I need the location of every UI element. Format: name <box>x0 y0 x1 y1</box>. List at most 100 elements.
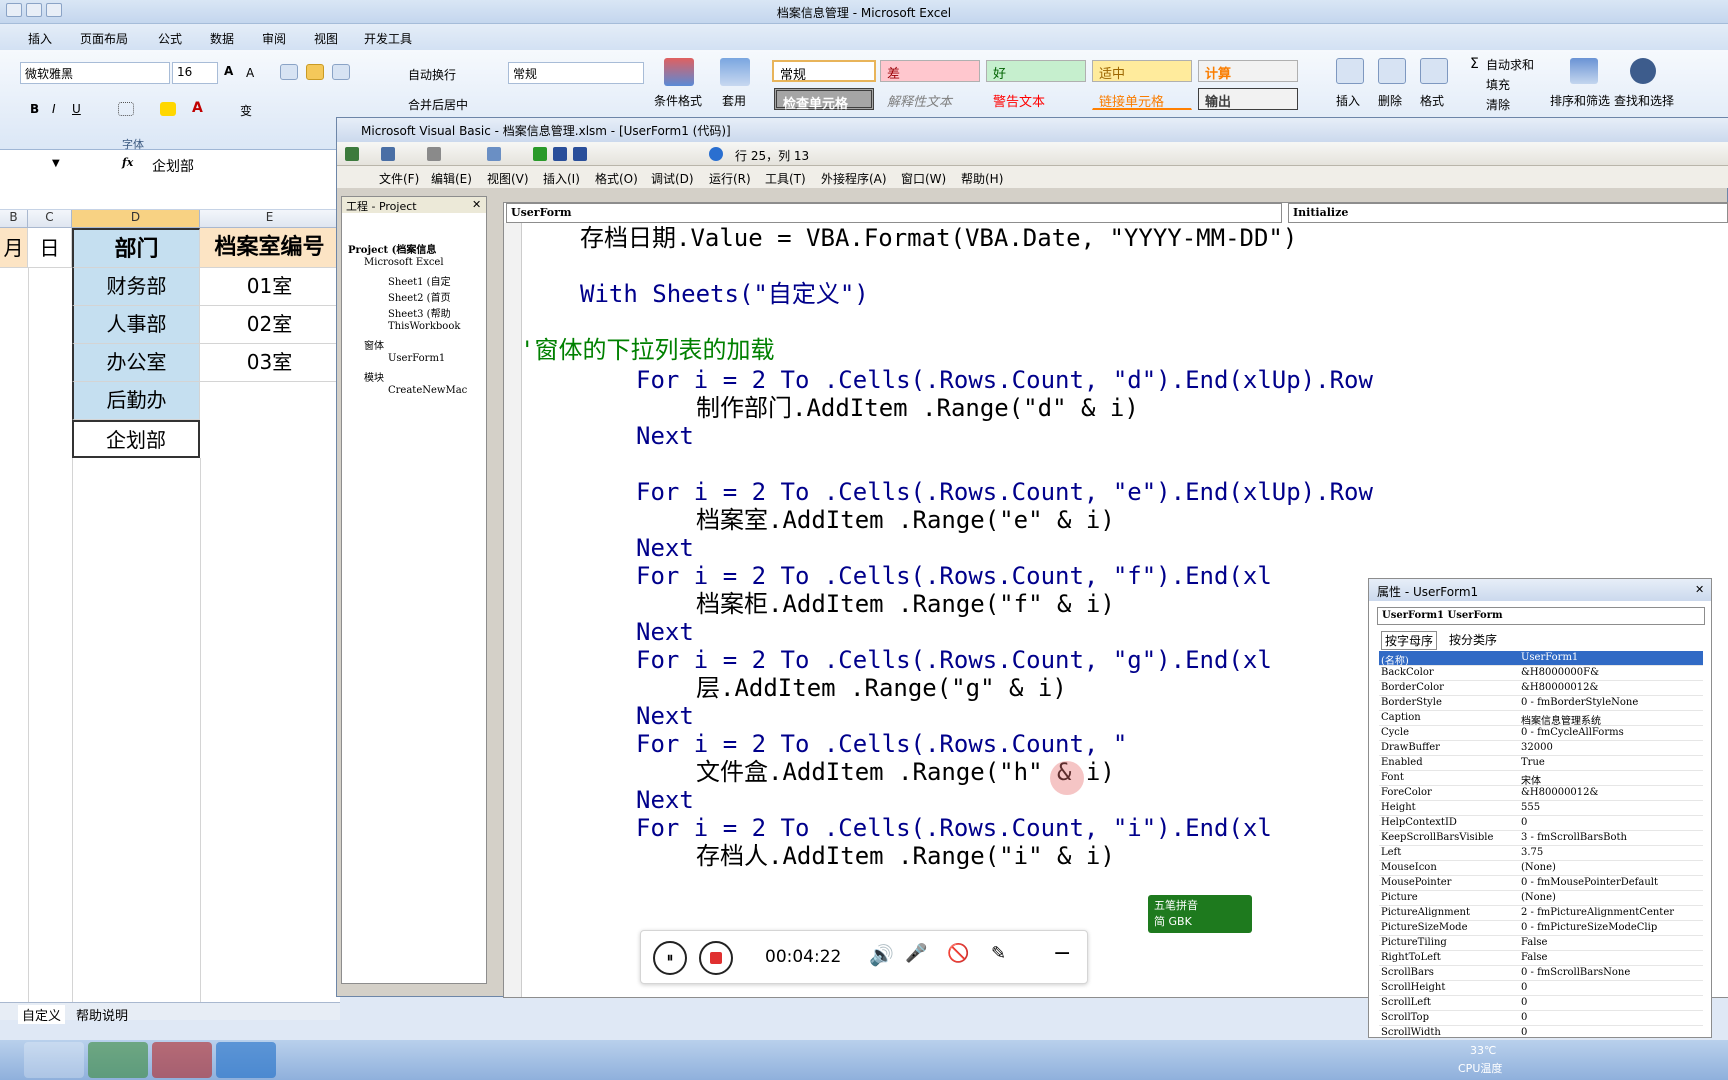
property-value[interactable]: 2 - fmPictureAlignmentCenter <box>1521 907 1701 918</box>
bold-button[interactable]: B <box>30 102 39 116</box>
style-explanatory[interactable]: 解释性文本 <box>880 88 980 110</box>
microphone-icon[interactable]: 🎤 <box>905 943 927 964</box>
property-row[interactable]: Picture (None) <box>1379 891 1703 906</box>
pause-button[interactable]: ⏸ <box>653 941 687 975</box>
menu-window[interactable]: 窗口(W) <box>901 170 946 187</box>
property-row[interactable]: ScrollLeft 0 <box>1379 996 1703 1011</box>
insert-cells-icon[interactable] <box>1336 58 1364 84</box>
header-room-number[interactable]: 档案室编号 <box>200 228 340 268</box>
tree-sheet2[interactable]: Sheet2 (首页 <box>388 289 451 304</box>
dept-cell[interactable]: 后勤办 <box>72 382 200 420</box>
property-value[interactable]: 0 <box>1521 982 1701 993</box>
property-value[interactable]: UserForm1 <box>1521 652 1701 663</box>
stop-icon[interactable] <box>573 147 587 161</box>
property-value[interactable]: 0 <box>1521 1027 1701 1038</box>
property-value[interactable]: False <box>1521 937 1701 948</box>
property-value[interactable]: 555 <box>1521 802 1701 813</box>
run-icon[interactable] <box>533 147 547 161</box>
object-combo[interactable]: UserForm <box>506 203 1282 223</box>
style-warning[interactable]: 警告文本 <box>986 88 1086 110</box>
conditional-format-button[interactable]: 条件格式 <box>654 92 702 109</box>
style-good[interactable]: 好 <box>986 60 1086 82</box>
property-row[interactable]: MouseIcon (None) <box>1379 861 1703 876</box>
font-name-box[interactable]: 微软雅黑 <box>20 62 170 84</box>
property-value[interactable]: 3 - fmScrollBarsBoth <box>1521 832 1701 843</box>
tab-review[interactable]: 审阅 <box>262 30 286 47</box>
property-value[interactable]: 0 - fmCycleAllForms <box>1521 727 1701 738</box>
property-value[interactable]: &H8000000F& <box>1521 667 1701 678</box>
stop-button[interactable] <box>699 941 733 975</box>
style-calculation[interactable]: 计算 <box>1198 60 1298 82</box>
property-row[interactable]: ScrollWidth 0 <box>1379 1026 1703 1041</box>
tab-developer[interactable]: 开发工具 <box>364 30 412 47</box>
property-value[interactable]: 32000 <box>1521 742 1701 753</box>
room-cell[interactable]: 01室 <box>200 268 340 306</box>
tab-insert[interactable]: 插入 <box>28 30 52 47</box>
property-row[interactable]: Height 555 <box>1379 801 1703 816</box>
room-cell[interactable]: 03室 <box>200 344 340 382</box>
camera-off-icon[interactable]: 🚫 <box>947 943 969 964</box>
room-cell[interactable]: 02室 <box>200 306 340 344</box>
property-row[interactable]: ScrollHeight 0 <box>1379 981 1703 996</box>
volume-icon[interactable]: 🔊 <box>869 943 894 967</box>
property-value[interactable]: 档案信息管理系统 <box>1521 712 1701 727</box>
delete-cells-icon[interactable] <box>1378 58 1406 84</box>
property-row[interactable]: BorderStyle 0 - fmBorderStyleNone <box>1379 696 1703 711</box>
dept-cell-selected[interactable]: 企划部 <box>72 420 200 458</box>
property-value[interactable]: &H80000012& <box>1521 787 1701 798</box>
property-row[interactable]: Left 3.75 <box>1379 846 1703 861</box>
pause-icon[interactable] <box>553 147 567 161</box>
style-bad[interactable]: 差 <box>880 60 980 82</box>
property-row[interactable]: BorderColor &H80000012& <box>1379 681 1703 696</box>
property-value[interactable]: 3.75 <box>1521 847 1701 858</box>
name-box-dropdown-icon[interactable]: ▼ <box>52 158 60 169</box>
help-icon[interactable] <box>709 147 723 161</box>
tab-view[interactable]: 视图 <box>314 30 338 47</box>
wrap-text-button[interactable]: 自动换行 <box>408 66 456 83</box>
property-value[interactable]: 0 <box>1521 1012 1701 1023</box>
tree-sheet3[interactable]: Sheet3 (帮助 <box>388 305 451 320</box>
property-row[interactable]: Caption 档案信息管理系统 <box>1379 711 1703 727</box>
header-department[interactable]: 部门 <box>72 228 200 268</box>
property-value[interactable]: (None) <box>1521 862 1701 873</box>
insert-cells-button[interactable]: 插入 <box>1336 92 1360 109</box>
format-cells-button[interactable]: 格式 <box>1420 92 1444 109</box>
worksheet[interactable]: B C D E 月 日 部门 档案室编号 财务部 人事部 办公室 后勤办 企划部… <box>0 210 340 1002</box>
dept-cell[interactable]: 办公室 <box>72 344 200 382</box>
property-row[interactable]: MousePointer 0 - fmMousePointerDefault <box>1379 876 1703 891</box>
property-row[interactable]: RightToLeft False <box>1379 951 1703 966</box>
shrink-font-button[interactable]: A <box>246 66 254 80</box>
align-top-icon[interactable] <box>280 64 298 80</box>
tab-formulas[interactable]: 公式 <box>158 30 182 47</box>
table-format-button[interactable]: 套用 <box>722 92 746 109</box>
close-icon[interactable]: ✕ <box>1695 583 1704 596</box>
property-row[interactable]: DrawBuffer 32000 <box>1379 741 1703 756</box>
property-row[interactable]: ForeColor &H80000012& <box>1379 786 1703 801</box>
property-row[interactable]: PictureSizeMode 0 - fmPictureSizeModeClip <box>1379 921 1703 936</box>
style-normal[interactable]: 常规 <box>772 60 876 83</box>
minimize-icon[interactable]: − <box>1053 941 1071 966</box>
sort-filter-icon[interactable] <box>1570 58 1598 84</box>
column-header-c[interactable]: C <box>28 210 72 228</box>
menu-debug[interactable]: 调试(D) <box>651 170 694 187</box>
merge-center-button[interactable]: 合并后居中 <box>408 96 468 113</box>
italic-button[interactable]: I <box>52 102 56 116</box>
cut-icon[interactable] <box>427 147 441 161</box>
underline-button[interactable]: U <box>72 102 81 116</box>
property-value[interactable]: 0 - fmPictureSizeModeClip <box>1521 922 1701 933</box>
column-header-d[interactable]: D <box>72 210 200 228</box>
delete-cells-button[interactable]: 删除 <box>1378 92 1402 109</box>
tree-forms[interactable]: 窗体 <box>364 337 384 352</box>
property-value[interactable]: 0 <box>1521 817 1701 828</box>
access-taskbar-icon[interactable] <box>152 1042 212 1078</box>
style-check-cell[interactable]: 检查单元格 <box>774 88 874 112</box>
sort-filter-button[interactable]: 排序和筛选 <box>1550 92 1610 109</box>
header-month[interactable]: 月 <box>0 228 28 268</box>
procedure-combo[interactable]: Initialize <box>1288 203 1728 223</box>
property-value[interactable]: 0 - fmBorderStyleNone <box>1521 697 1701 708</box>
table-format-icon[interactable] <box>720 58 750 86</box>
fill-button[interactable]: 填充 <box>1486 76 1510 93</box>
tree-modules[interactable]: 模块 <box>364 369 384 384</box>
property-value[interactable]: (None) <box>1521 892 1701 903</box>
explorer-taskbar-icon[interactable] <box>24 1042 84 1078</box>
